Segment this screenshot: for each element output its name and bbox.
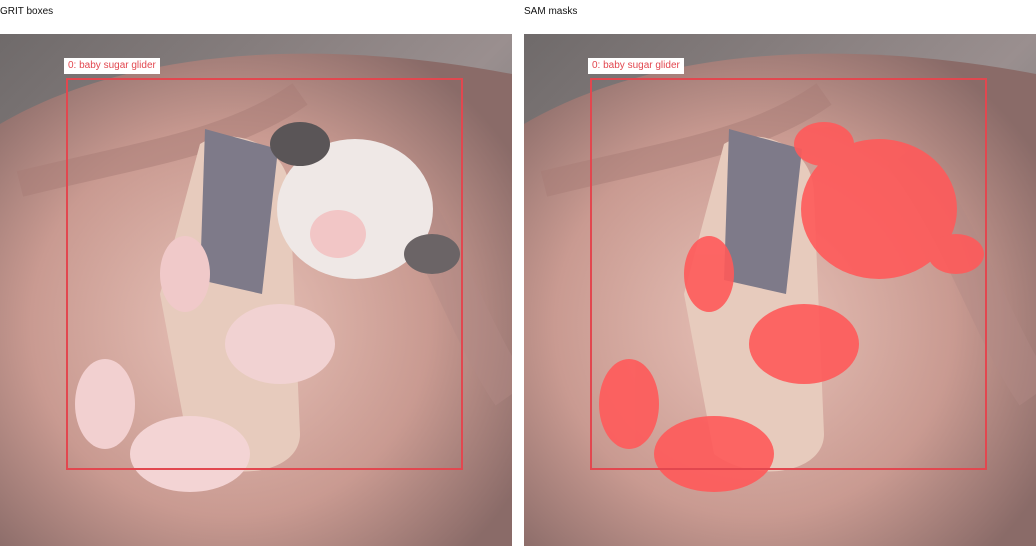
grit-image-panel: 0: baby sugar glider [0,34,512,546]
sam-bounding-box [590,78,987,470]
sam-image-panel: 0: baby sugar glider [524,34,1036,546]
panel-title-sam: SAM masks [524,6,578,17]
grit-box-label: 0: baby sugar glider [64,58,160,74]
grit-bounding-box [66,78,463,470]
sam-box-label: 0: baby sugar glider [588,58,684,74]
panel-title-grit: GRIT boxes [0,6,54,17]
